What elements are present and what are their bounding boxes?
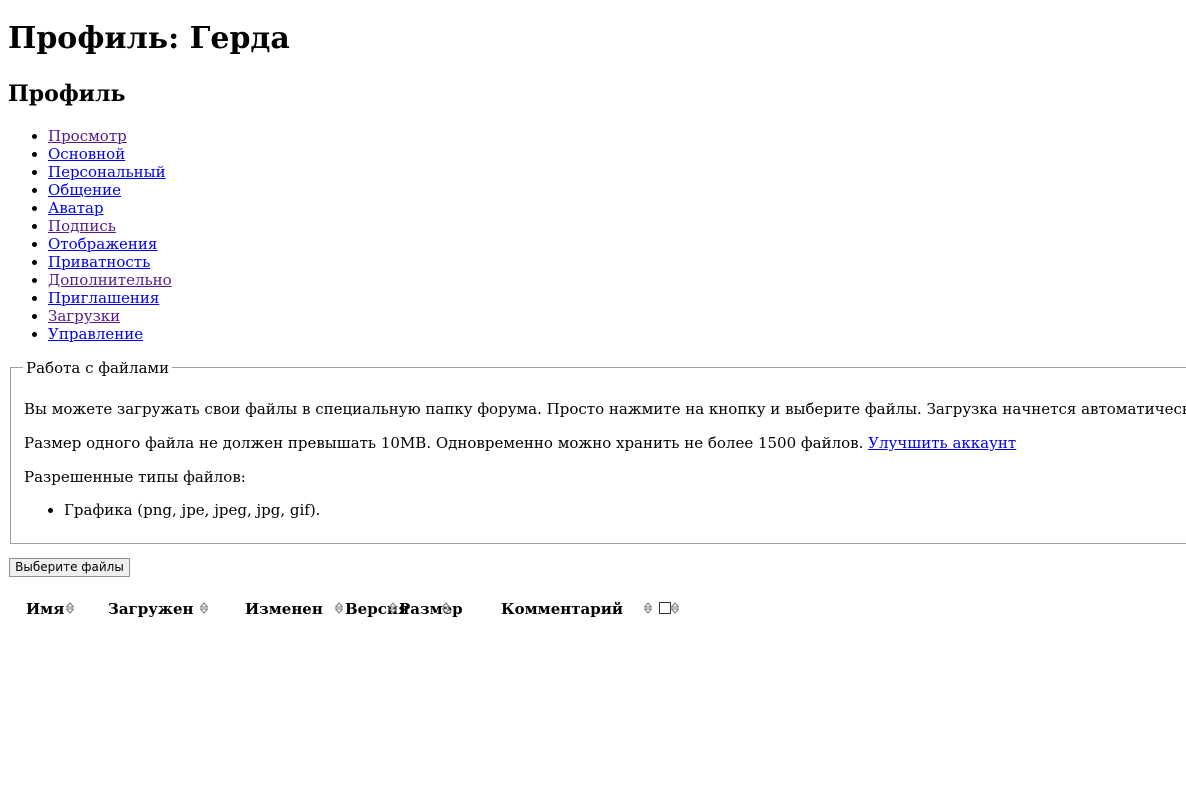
nav-item-display: Отображения — [48, 235, 172, 253]
upgrade-account-link[interactable]: Улучшить аккаунт — [868, 434, 1016, 452]
nav-item-additional: Дополнительно — [48, 271, 172, 289]
nav-item-privacy: Приватность — [48, 253, 172, 271]
nav-item-invitations: Приглашения — [48, 289, 172, 307]
nav-item-signature: Подпись — [48, 217, 172, 235]
allowed-types-list: Графика (png, jpe, jpeg, jpg, gif). — [24, 501, 320, 519]
nav-item-view: Просмотр — [48, 127, 172, 145]
nav-link-invitations[interactable]: Приглашения — [48, 289, 159, 307]
nav-link-view[interactable]: Просмотр — [48, 127, 127, 145]
column-header-size[interactable]: Размер — [399, 600, 463, 618]
nav-link-additional[interactable]: Дополнительно — [48, 271, 172, 289]
sort-icon[interactable] — [644, 602, 652, 614]
allowed-types-label: Разрешенные типы файлов: — [24, 468, 246, 486]
sort-icon[interactable] — [671, 602, 679, 614]
files-limits-line: Размер одного файла не должен превышать … — [24, 434, 1016, 452]
nav-item-messaging: Общение — [48, 181, 172, 199]
files-fieldset: Работа с файлами Вы можете загружать сво… — [10, 359, 1186, 544]
profile-nav: Просмотр Основной Персональный Общение А… — [8, 127, 172, 343]
nav-link-avatar[interactable]: Аватар — [48, 199, 104, 217]
allowed-type-item: Графика (png, jpe, jpeg, jpg, gif). — [64, 501, 320, 519]
nav-item-avatar: Аватар — [48, 199, 172, 217]
nav-item-uploads: Загрузки — [48, 307, 172, 325]
nav-link-display[interactable]: Отображения — [48, 235, 157, 253]
nav-link-privacy[interactable]: Приватность — [48, 253, 150, 271]
sort-icon[interactable] — [66, 602, 74, 614]
select-all-checkbox[interactable] — [659, 602, 671, 614]
nav-link-signature[interactable]: Подпись — [48, 217, 116, 235]
column-header-modified[interactable]: Изменен — [245, 600, 323, 618]
sort-icon[interactable] — [442, 602, 450, 614]
files-legend: Работа с файлами — [23, 359, 173, 377]
column-header-name[interactable]: Имя — [26, 600, 64, 618]
files-intro-text: Вы можете загружать свои файлы в специал… — [24, 400, 1186, 418]
nav-link-management[interactable]: Управление — [48, 325, 143, 343]
nav-link-personal[interactable]: Персональный — [48, 163, 166, 181]
column-header-uploaded[interactable]: Загружен — [108, 600, 194, 618]
column-header-comment[interactable]: Комментарий — [501, 600, 623, 618]
page-title: Профиль: Герда — [8, 21, 290, 56]
nav-item-main: Основной — [48, 145, 172, 163]
nav-item-personal: Персональный — [48, 163, 172, 181]
nav-link-messaging[interactable]: Общение — [48, 181, 121, 199]
choose-files-button[interactable]: Выберите файлы — [9, 558, 130, 577]
sort-icon[interactable] — [389, 602, 397, 614]
nav-link-uploads[interactable]: Загрузки — [48, 307, 120, 325]
sort-icon[interactable] — [335, 602, 343, 614]
files-limits-text: Размер одного файла не должен превышать … — [24, 434, 864, 452]
nav-item-management: Управление — [48, 325, 172, 343]
nav-link-main[interactable]: Основной — [48, 145, 125, 163]
sort-icon[interactable] — [200, 602, 208, 614]
profile-page: Профиль: Герда Профиль Просмотр Основной… — [0, 0, 1186, 802]
section-title: Профиль — [8, 81, 126, 107]
